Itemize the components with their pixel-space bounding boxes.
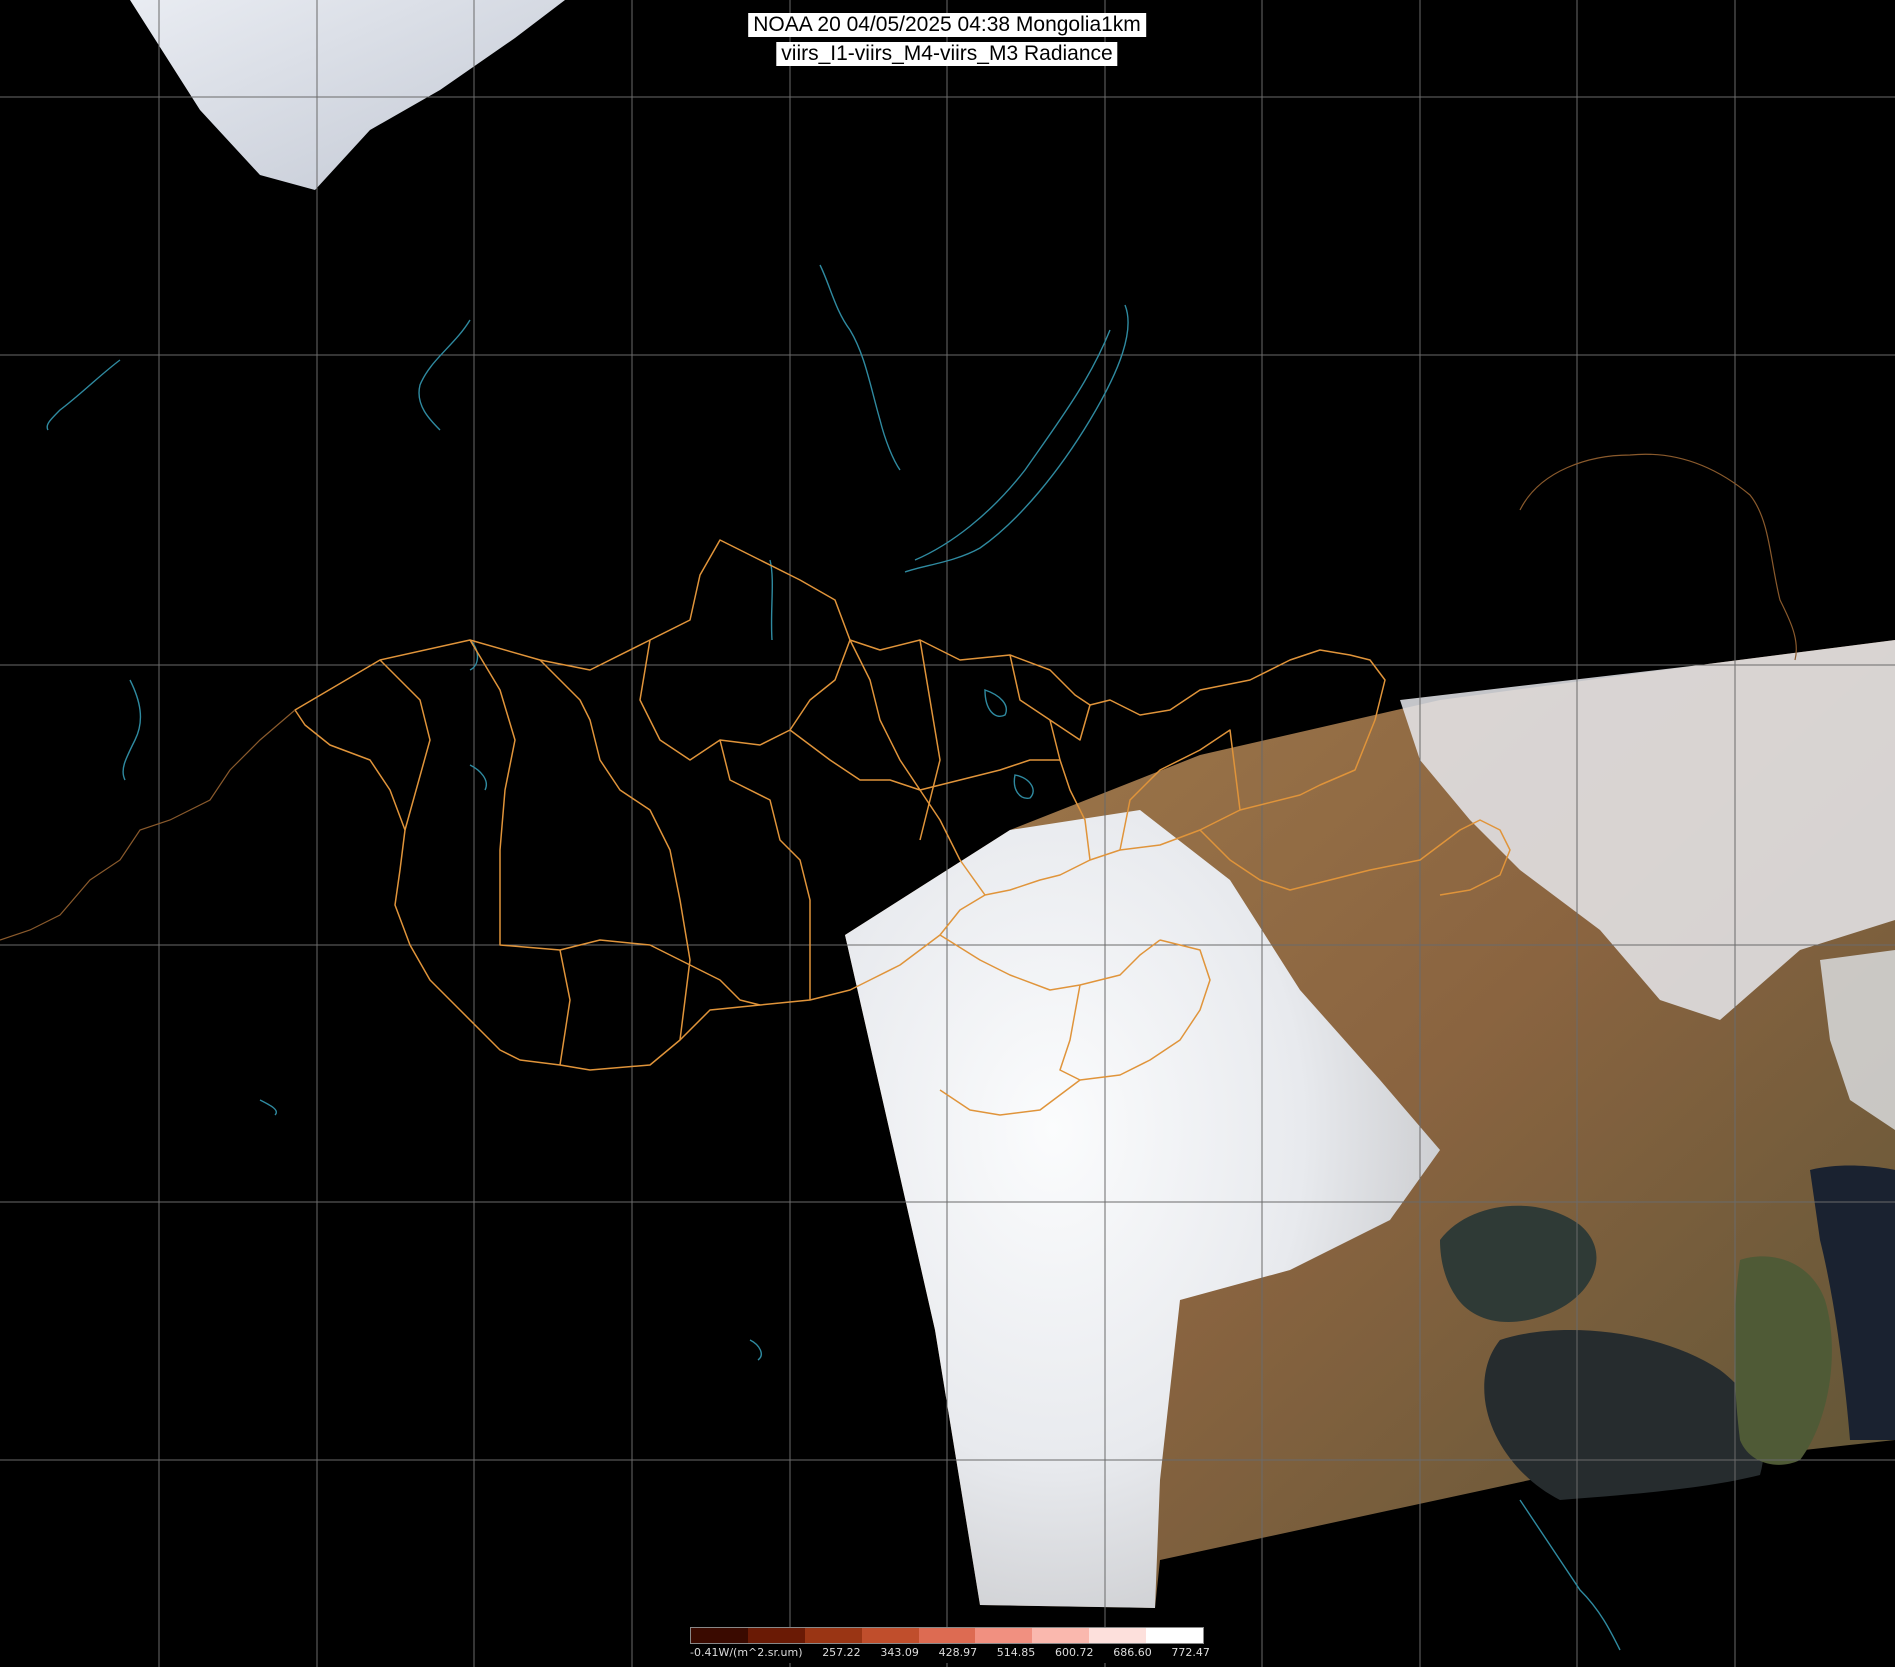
colorbar-label: 686.60 bbox=[1113, 1646, 1152, 1659]
border-inner-4 bbox=[639, 639, 851, 761]
lake-khovsgol bbox=[769, 559, 773, 641]
coast-southeast bbox=[1519, 1499, 1621, 1651]
colorbar bbox=[690, 1627, 1204, 1644]
satellite-map bbox=[0, 0, 1895, 1667]
river-west bbox=[46, 359, 121, 431]
lake-central bbox=[469, 764, 487, 791]
colorbar-swatch bbox=[1089, 1628, 1147, 1643]
river-north bbox=[819, 264, 901, 471]
lake-baikal bbox=[904, 304, 1129, 573]
colorbar-swatch bbox=[975, 1628, 1033, 1643]
border-inner-5 bbox=[719, 739, 811, 1000]
river-northwest bbox=[418, 319, 471, 431]
lake-east-2 bbox=[1013, 774, 1034, 799]
border-inner-2 bbox=[469, 639, 681, 961]
colorbar-label: -0.41W/(m^2.sr.um) bbox=[690, 1646, 803, 1659]
colorbar-label: 514.85 bbox=[996, 1646, 1036, 1659]
colorbar-legend: -0.41W/(m^2.sr.um) 257.22 343.09 428.97 … bbox=[690, 1627, 1210, 1663]
colorbar-swatch bbox=[747, 1628, 805, 1643]
colorbar-swatch bbox=[918, 1628, 976, 1643]
colorbar-label: 257.22 bbox=[822, 1646, 861, 1659]
colorbar-label: 600.72 bbox=[1055, 1646, 1094, 1659]
colorbar-swatch bbox=[1146, 1628, 1204, 1643]
lake-south-1 bbox=[749, 1339, 762, 1361]
colorbar-swatch bbox=[804, 1628, 862, 1643]
swath-top-left bbox=[130, 0, 565, 190]
colorbar-swatch bbox=[861, 1628, 919, 1643]
border-inner-11 bbox=[679, 959, 761, 1006]
border-northeast bbox=[1519, 453, 1797, 661]
border-inner-6 bbox=[849, 639, 986, 896]
map-title-line-2: viirs_I1-viirs_M4-viirs_M3 Radiance bbox=[776, 42, 1118, 66]
border-inner-12 bbox=[559, 949, 571, 1066]
border-inner-3 bbox=[539, 659, 691, 1041]
colorbar-labels: -0.41W/(m^2.sr.um) 257.22 343.09 428.97 … bbox=[690, 1646, 1210, 1661]
colorbar-label: 772.47 bbox=[1171, 1646, 1210, 1659]
satellite-swath bbox=[845, 640, 1895, 1608]
lake-west-1 bbox=[122, 679, 142, 781]
border-west bbox=[0, 709, 296, 941]
border-inner-10 bbox=[919, 759, 1060, 791]
colorbar-swatch bbox=[691, 1628, 748, 1643]
lake-east-1 bbox=[984, 689, 1007, 717]
colorbar-label: 343.09 bbox=[880, 1646, 919, 1659]
border-inner-1 bbox=[379, 659, 431, 831]
map-title-line-1: NOAA 20 04/05/2025 04:38 Mongolia1km bbox=[748, 13, 1146, 37]
border-inner-7 bbox=[919, 639, 941, 841]
colorbar-swatch bbox=[1032, 1628, 1090, 1643]
lake-southwest bbox=[259, 1099, 277, 1116]
colorbar-label: 428.97 bbox=[938, 1646, 978, 1659]
